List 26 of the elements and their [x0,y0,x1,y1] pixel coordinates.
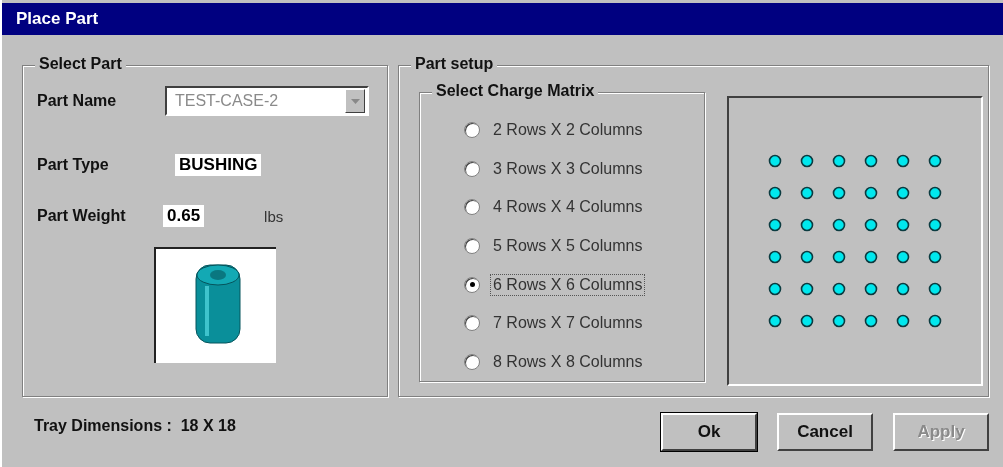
group-title: Select Charge Matrix [432,82,599,100]
option-label[interactable]: 2 Rows X 2 Columns [490,119,646,142]
radio-button[interactable] [464,122,480,139]
radio-button[interactable] [464,238,480,254]
field-label: Part Name [37,92,118,110]
radio-button[interactable] [464,199,480,216]
option-label[interactable]: 4 Rows X 4 Columns [490,196,646,219]
radio-button[interactable] [464,276,480,293]
dialog-button[interactable]: Cancel [777,413,873,451]
unit-label: lbs [264,207,284,225]
option-label[interactable]: 6 Rows X 6 Columns [490,273,646,296]
radio-button[interactable] [464,353,480,370]
option-label[interactable]: 7 Rows X 7 Columns [490,312,646,335]
part-type-value: BUSHING [175,154,262,176]
group-title: Part setup [411,55,498,73]
radio-button[interactable] [464,160,480,177]
field-label: Part Weight [37,207,127,225]
option-label[interactable]: 5 Rows X 5 Columns [490,235,646,257]
option-label[interactable]: 8 Rows X 8 Columns [490,350,646,373]
dialog-button[interactable]: Ok [661,413,757,451]
part-weight-value: 0.65 [163,205,205,227]
field-label: Part Type [37,156,110,174]
tray-dimensions-label: Tray Dimensions : 18 X 18 [34,417,236,435]
option-label[interactable]: 3 Rows X 3 Columns [490,157,646,180]
window-title: Place Part [16,9,99,29]
radio-button[interactable] [464,315,480,332]
